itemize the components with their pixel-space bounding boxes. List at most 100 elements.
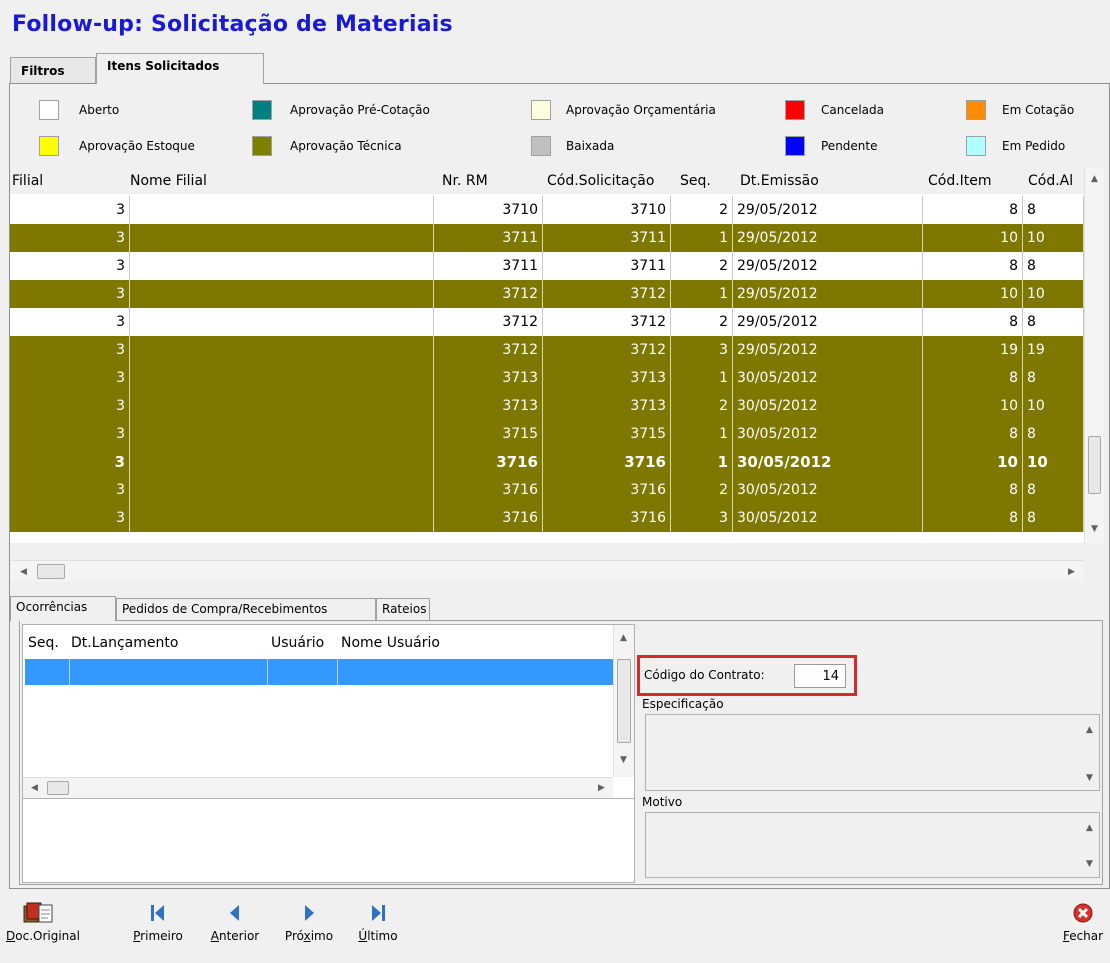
cell-filial: 3 — [10, 420, 130, 448]
tab-itens-solicitados[interactable]: Itens Solicitados — [96, 53, 264, 84]
occ-horizontal-scrollbar[interactable]: ◀ ▶ — [23, 777, 613, 798]
previous-button[interactable]: Anterior — [206, 900, 264, 943]
scroll-up-icon[interactable]: ▲ — [620, 633, 627, 643]
col-header-nome-filial[interactable]: Nome Filial — [130, 173, 207, 189]
col-header-cod-item[interactable]: Cód.Item — [928, 173, 992, 189]
scroll-down-icon[interactable]: ▼ — [1091, 524, 1098, 534]
cell-cod-solicitacao: 3712 — [543, 280, 671, 308]
scroll-left-icon[interactable]: ◀ — [31, 783, 38, 793]
legend-label: Aberto — [79, 103, 120, 117]
grid-vertical-scrollbar[interactable]: ▲ ▼ — [1084, 168, 1104, 543]
cell-cod-solicitacao: 3716 — [543, 448, 671, 476]
tab-filtros[interactable]: Filtros — [10, 57, 96, 83]
cell-dt-emissao: 29/05/2012 — [733, 336, 923, 364]
col-header-dt-emissao[interactable]: Dt.Emissão — [740, 173, 819, 189]
cell-dt-emissao: 29/05/2012 — [733, 308, 923, 336]
table-row[interactable]: 3 3713 3713 1 30/05/2012 8 8 — [10, 364, 1084, 392]
scroll-thumb-horizontal[interactable] — [47, 781, 69, 795]
cell-nome-filial — [130, 280, 434, 308]
reason-field[interactable]: ▲ ▼ — [645, 812, 1100, 878]
cell-cod-item: 10 — [923, 224, 1023, 252]
cell-dt-emissao: 30/05/2012 — [733, 476, 923, 504]
occ-header-usuario[interactable]: Usuário — [271, 635, 324, 651]
cell-cod-item: 19 — [923, 336, 1023, 364]
previous-label: Anterior — [210, 929, 260, 943]
table-row[interactable]: 3 3716 3716 1 30/05/2012 10 10 — [10, 448, 1084, 476]
col-header-filial[interactable]: Filial — [12, 173, 43, 189]
scroll-thumb[interactable] — [617, 659, 631, 743]
cell-cod-item: 10 — [923, 448, 1023, 476]
cell-nome-filial — [130, 196, 434, 224]
legend-swatch — [966, 136, 986, 156]
col-header-cod-solicitacao[interactable]: Cód.Solicitação — [547, 173, 654, 189]
occ-vertical-scrollbar[interactable]: ▲ ▼ — [613, 625, 634, 777]
scroll-down-icon[interactable]: ▼ — [1086, 773, 1093, 783]
table-row[interactable]: 3 3710 3710 2 29/05/2012 8 8 — [10, 196, 1084, 224]
next-button[interactable]: Próximo — [280, 900, 338, 943]
scroll-right-icon[interactable]: ▶ — [1068, 567, 1075, 577]
table-row[interactable]: 3 3712 3712 1 29/05/2012 10 10 — [10, 280, 1084, 308]
next-record-icon — [305, 905, 314, 921]
last-button[interactable]: Último — [356, 900, 400, 943]
table-row[interactable]: 3 3713 3713 2 30/05/2012 10 10 — [10, 392, 1084, 420]
tab-ocorrencias[interactable]: Ocorrências — [10, 596, 116, 621]
grid-horizontal-scrollbar[interactable]: ◀ ▶ — [10, 560, 1084, 582]
cell-cod-solicitacao: 3715 — [543, 420, 671, 448]
cell-nr-rm: 3716 — [434, 476, 543, 504]
first-button[interactable]: Primeiro — [132, 900, 184, 943]
occ-header-nome-usuario[interactable]: Nome Usuário — [341, 635, 440, 651]
contract-code-label: Código do Contrato: — [644, 668, 765, 682]
occ-header-seq[interactable]: Seq. — [28, 635, 59, 651]
scroll-down-icon[interactable]: ▼ — [1086, 859, 1093, 869]
cell-cod-al: 10 — [1023, 224, 1084, 252]
grid-header: Filial Nome Filial Nr. RM Cód.Solicitaçã… — [10, 168, 1084, 194]
legend-swatch — [785, 100, 805, 120]
scroll-up-icon[interactable]: ▲ — [1086, 725, 1093, 735]
occ-header-dt-lancamento[interactable]: Dt.Lançamento — [71, 635, 178, 651]
cell-cod-al: 8 — [1023, 364, 1084, 392]
scroll-thumb[interactable] — [1088, 436, 1101, 494]
cell-dt-emissao: 30/05/2012 — [733, 448, 923, 476]
col-header-seq[interactable]: Seq. — [680, 173, 711, 189]
table-row[interactable]: 3 3716 3716 2 30/05/2012 8 8 — [10, 476, 1084, 504]
contract-code-field[interactable]: 14 — [794, 664, 846, 688]
legend-swatch — [531, 136, 551, 156]
col-header-cod-al[interactable]: Cód.Al — [1028, 173, 1084, 189]
cell-cod-al: 8 — [1023, 196, 1084, 224]
table-row[interactable]: 3 3711 3711 1 29/05/2012 10 10 — [10, 224, 1084, 252]
cell-cod-item: 8 — [923, 252, 1023, 280]
cell-cod-solicitacao: 3713 — [543, 392, 671, 420]
scroll-up-icon[interactable]: ▲ — [1091, 174, 1098, 184]
cell-cod-al: 8 — [1023, 252, 1084, 280]
cell-filial: 3 — [10, 504, 130, 532]
first-record-icon — [151, 905, 164, 921]
table-row[interactable]: 3 3712 3712 2 29/05/2012 8 8 — [10, 308, 1084, 336]
table-row[interactable]: 3 3711 3711 2 29/05/2012 8 8 — [10, 252, 1084, 280]
close-button[interactable]: Fechar — [1060, 900, 1106, 943]
table-row[interactable]: 3 3716 3716 3 30/05/2012 8 8 — [10, 504, 1084, 532]
tab-pedidos-compra[interactable]: Pedidos de Compra/Recebimentos — [116, 598, 376, 620]
cell-nome-filial — [130, 392, 434, 420]
specification-label: Especificação — [642, 697, 724, 711]
cell-dt-emissao: 29/05/2012 — [733, 224, 923, 252]
cell-nome-filial — [130, 364, 434, 392]
doc-original-button[interactable]: Doc.Original — [6, 900, 80, 943]
cell-cod-al: 19 — [1023, 336, 1084, 364]
scroll-up-icon[interactable]: ▲ — [1086, 823, 1093, 833]
cell-seq: 2 — [671, 308, 733, 336]
occurrence-row-selected[interactable] — [25, 659, 613, 685]
col-header-nr-rm[interactable]: Nr. RM — [442, 173, 488, 189]
close-icon — [1073, 903, 1093, 923]
tab-rateios[interactable]: Rateios — [376, 598, 430, 620]
cell-nome-filial — [130, 252, 434, 280]
scroll-thumb-horizontal[interactable] — [37, 564, 65, 579]
table-row[interactable]: 3 3715 3715 1 30/05/2012 8 8 — [10, 420, 1084, 448]
cell-cod-item: 8 — [923, 364, 1023, 392]
scroll-left-icon[interactable]: ◀ — [20, 567, 27, 577]
scroll-right-icon[interactable]: ▶ — [598, 783, 605, 793]
scroll-down-icon[interactable]: ▼ — [620, 755, 627, 765]
reason-label: Motivo — [642, 795, 683, 809]
table-row[interactable]: 3 3712 3712 3 29/05/2012 19 19 — [10, 336, 1084, 364]
specification-field[interactable]: ▲ ▼ — [645, 714, 1100, 791]
items-grid: Filial Nome Filial Nr. RM Cód.Solicitaçã… — [10, 168, 1104, 543]
